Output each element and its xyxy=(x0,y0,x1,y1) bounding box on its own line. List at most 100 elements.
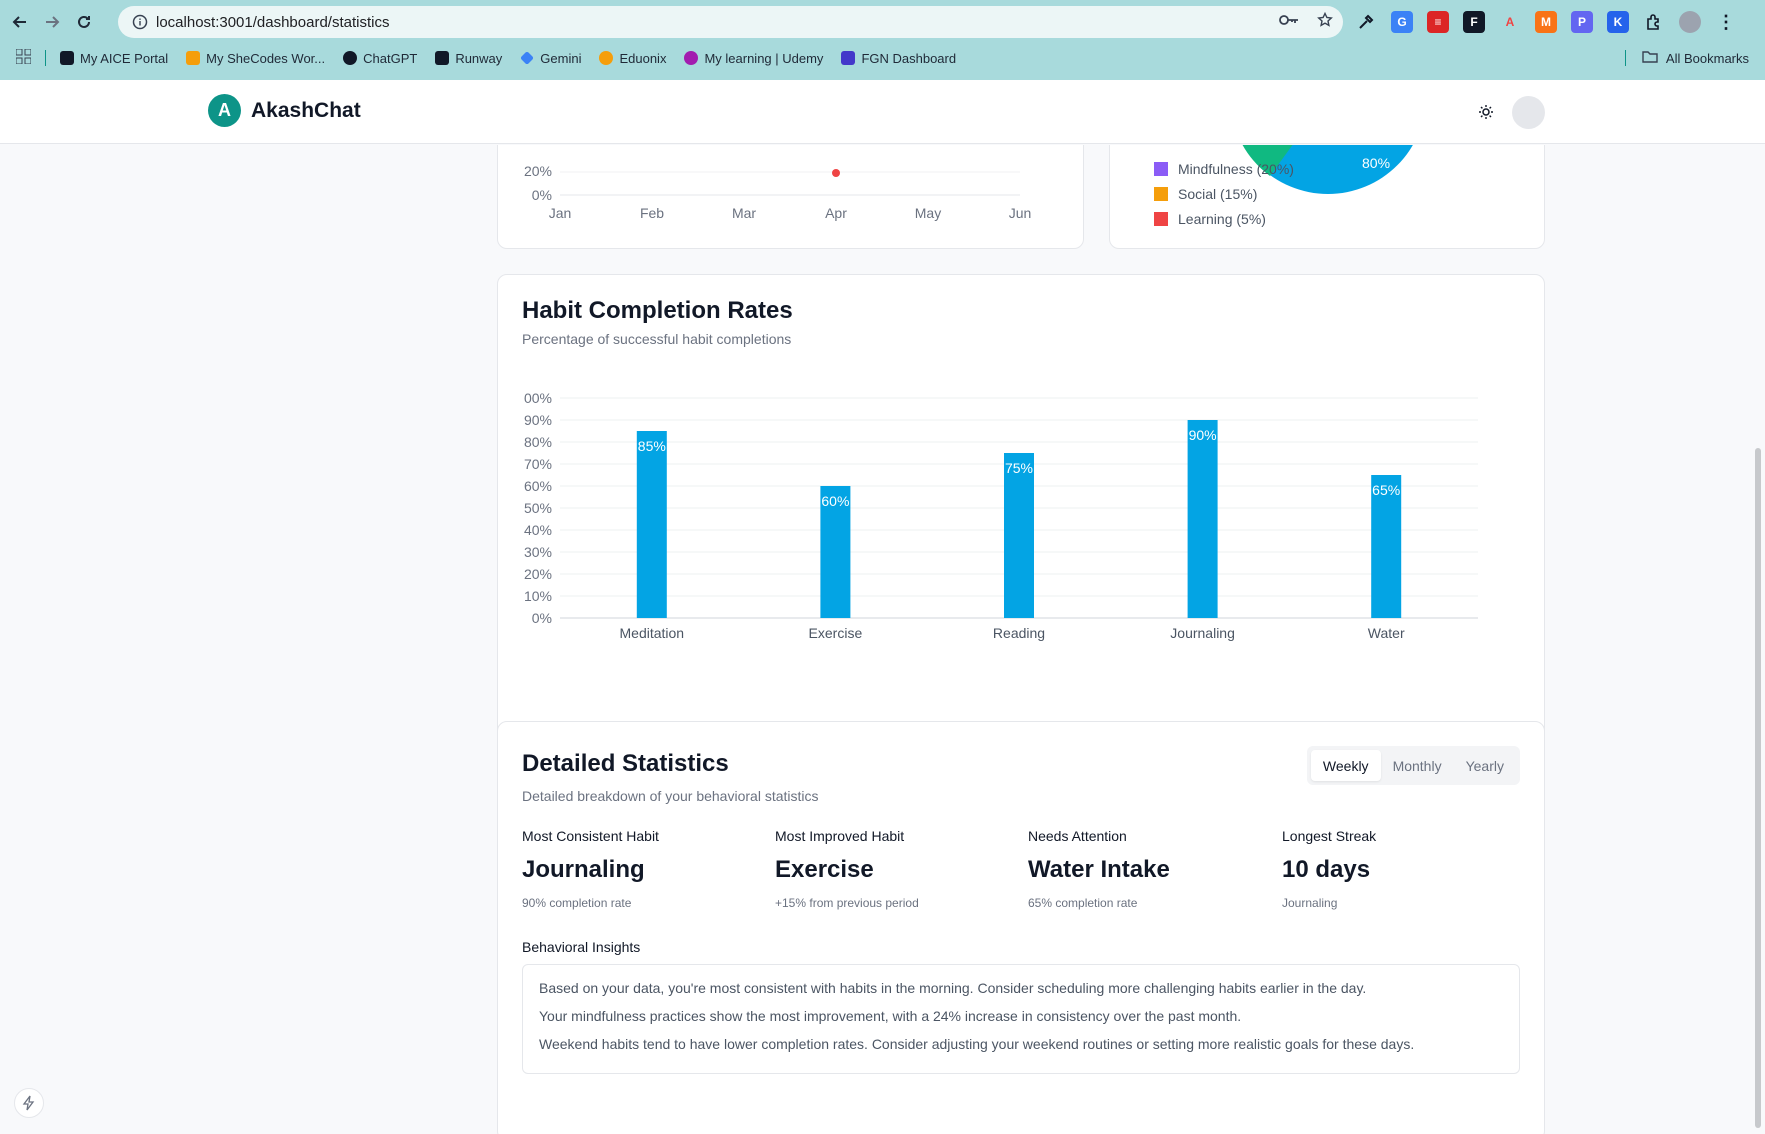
k-extension-icon[interactable]: K xyxy=(1607,11,1629,33)
legend-label: Social (15%) xyxy=(1178,185,1258,202)
extensions-bar: G ≡ F A M P K ⋮ xyxy=(1355,6,1737,38)
stat-value: Water Intake xyxy=(1028,856,1170,883)
eyedropper-extension-icon[interactable] xyxy=(1355,11,1377,33)
stat-note: 90% completion rate xyxy=(522,896,632,910)
bookmark-item[interactable]: ChatGPT xyxy=(343,51,417,66)
dashboard-content: 20% 0% Jan Feb Mar Apr May Jun 80% Mindfulnes… xyxy=(0,145,1765,1134)
period-tabs: Weekly Monthly Yearly xyxy=(1306,746,1520,785)
puzzle-extensions-icon[interactable] xyxy=(1643,11,1665,33)
bookmark-favicon-icon xyxy=(186,51,201,65)
address-bar[interactable]: localhost:3001/dashboard/statistics xyxy=(118,6,1343,38)
stat-label: Needs Attention xyxy=(1028,828,1127,844)
bookmark-favicon-icon xyxy=(841,51,856,65)
trend-y-tick: 20% xyxy=(524,163,552,179)
stat-value: 10 days xyxy=(1282,856,1371,883)
a-extension-icon[interactable]: A xyxy=(1499,11,1521,33)
bookmark-favicon-icon xyxy=(684,51,699,65)
y-tick-label: 20% xyxy=(524,566,552,582)
trend-x-tick: Apr xyxy=(825,205,847,221)
trend-x-tick: Jan xyxy=(549,205,572,221)
legend-swatch xyxy=(1154,161,1168,176)
trend-x-tick: Feb xyxy=(640,205,664,221)
folder-icon xyxy=(1642,50,1658,66)
stat-label: Most Improved Habit xyxy=(775,828,905,844)
y-tick-label: 0% xyxy=(532,610,552,626)
y-tick-label: 60% xyxy=(524,478,552,494)
page-scrollbar[interactable] xyxy=(1755,448,1761,1128)
user-avatar[interactable] xyxy=(1512,96,1545,129)
site-info-icon[interactable] xyxy=(124,14,156,30)
bookmark-label: My SheCodes Wor... xyxy=(206,50,326,66)
brand-link[interactable]: A AkashChat xyxy=(208,94,361,127)
stat-note: +15% from previous period xyxy=(775,896,919,910)
password-key-icon[interactable] xyxy=(1279,13,1299,32)
todoist-extension-icon[interactable]: ≡ xyxy=(1427,11,1449,33)
card-subtitle: Percentage of successful habit completio… xyxy=(522,331,792,347)
insights-heading: Behavioral Insights xyxy=(522,939,641,955)
bar-meditation[interactable] xyxy=(636,431,667,618)
bookmark-item[interactable]: My SheCodes Wor... xyxy=(186,51,325,66)
category-chart-card: 80% Mindfulness (20%) Social (15%) Learn… xyxy=(1109,145,1545,249)
bookmark-item[interactable]: FGN Dashboard xyxy=(841,51,956,66)
theme-toggle-sun-icon[interactable] xyxy=(1474,100,1498,124)
legend-item: Learning (5%) xyxy=(1154,206,1294,231)
bookmark-item[interactable]: My AICE Portal xyxy=(60,51,168,66)
legend-label: Mindfulness (20%) xyxy=(1178,160,1294,177)
bar-data-label: 60% xyxy=(821,493,849,509)
bookmark-item[interactable]: Eduonix xyxy=(599,51,666,66)
tab-monthly[interactable]: Monthly xyxy=(1381,750,1454,781)
all-bookmarks-button[interactable]: All Bookmarks xyxy=(1624,44,1749,72)
bookmark-star-icon[interactable] xyxy=(1317,11,1333,33)
brand-logo: A xyxy=(208,94,241,127)
trend-chart-card: 20% 0% Jan Feb Mar Apr May Jun xyxy=(497,145,1084,249)
bookmark-item[interactable]: My learning | Udemy xyxy=(684,51,823,66)
y-tick-label: 80% xyxy=(524,434,552,450)
browser-chrome: localhost:3001/dashboard/statistics G ≡ … xyxy=(0,0,1765,80)
person-extension-icon[interactable]: P xyxy=(1571,11,1593,33)
trend-x-tick: Mar xyxy=(732,205,756,221)
bar-journaling[interactable] xyxy=(1187,420,1218,618)
legend-label: Learning (5%) xyxy=(1178,210,1266,227)
browser-menu-icon[interactable]: ⋮ xyxy=(1715,11,1737,33)
bookmark-label: FGN Dashboard xyxy=(861,50,957,66)
y-tick-label: 00% xyxy=(524,390,552,406)
legend-item: Social (15%) xyxy=(1154,181,1294,206)
x-tick-label: Reading xyxy=(993,625,1045,641)
forward-icon[interactable] xyxy=(36,6,68,38)
category-legend: Mindfulness (20%) Social (15%) Learning … xyxy=(1154,156,1294,231)
browser-toolbar: localhost:3001/dashboard/statistics G ≡ … xyxy=(0,0,1765,44)
bookmark-label: My AICE Portal xyxy=(80,50,169,66)
stat-value: Exercise xyxy=(775,856,874,883)
all-bookmarks-label: All Bookmarks xyxy=(1665,50,1749,66)
tab-weekly[interactable]: Weekly xyxy=(1310,750,1381,781)
profile-avatar-icon[interactable] xyxy=(1679,11,1701,33)
bookmark-label: Runway xyxy=(455,50,503,66)
apps-grid-icon[interactable] xyxy=(15,48,32,67)
trend-point xyxy=(832,169,840,177)
bookmark-item[interactable]: Gemini xyxy=(520,51,581,66)
bar-reading[interactable] xyxy=(1004,453,1034,618)
y-tick-label: 30% xyxy=(524,544,552,560)
y-tick-label: 90% xyxy=(524,412,552,428)
bookmark-item[interactable]: Runway xyxy=(435,51,502,66)
f-extension-icon[interactable]: F xyxy=(1463,11,1485,33)
bookmarks-bar: My AICE Portal My SheCodes Wor... ChatGP… xyxy=(0,44,1765,72)
bookmarks-divider xyxy=(45,50,46,66)
tab-yearly[interactable]: Yearly xyxy=(1454,750,1516,781)
trend-y-tick: 0% xyxy=(532,187,552,203)
reload-icon[interactable] xyxy=(68,6,100,38)
stat-label: Longest Streak xyxy=(1282,828,1377,844)
bookmark-favicon-icon xyxy=(60,51,74,65)
y-tick-label: 70% xyxy=(524,456,552,472)
bar-data-label: 75% xyxy=(1005,460,1033,476)
stat-needs-attention: Needs Attention Water Intake 65% complet… xyxy=(1028,828,1268,910)
metamask-extension-icon[interactable]: M xyxy=(1535,11,1557,33)
translate-extension-icon[interactable]: G xyxy=(1391,11,1413,33)
x-tick-label: Journaling xyxy=(1170,625,1235,641)
bookmark-label: ChatGPT xyxy=(363,50,418,66)
y-tick-label: 10% xyxy=(524,588,552,604)
bookmark-label: My learning | Udemy xyxy=(704,50,824,66)
insights-box: Based on your data, you're most consiste… xyxy=(522,964,1520,1074)
back-icon[interactable] xyxy=(4,6,36,38)
dev-tools-bolt-icon[interactable] xyxy=(14,1088,44,1118)
